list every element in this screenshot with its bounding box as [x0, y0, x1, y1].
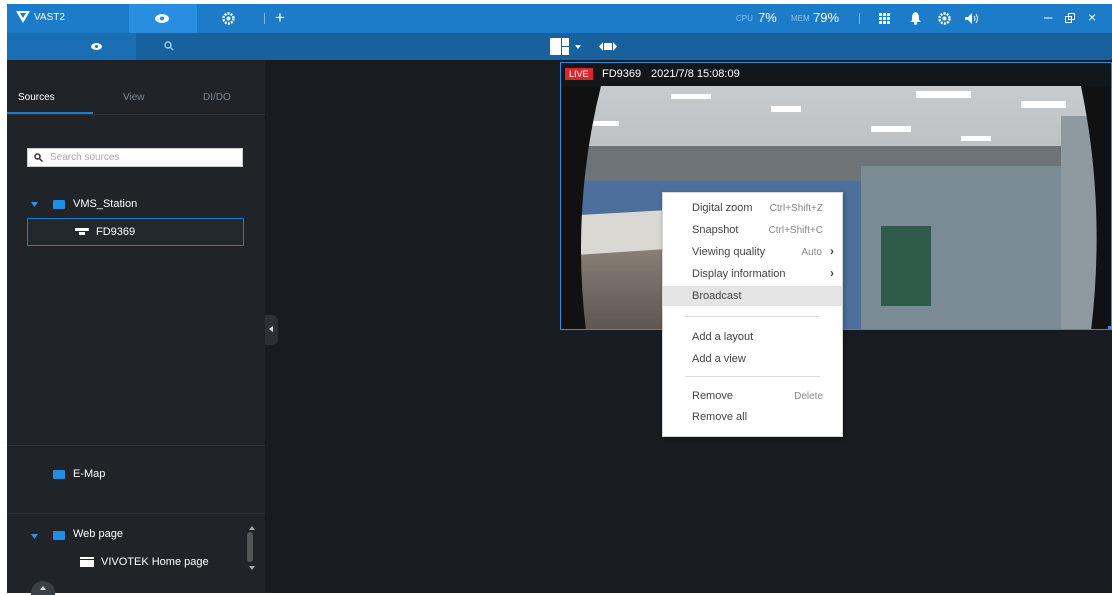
submenu-arrow-icon: ›	[830, 244, 834, 258]
homepage-label[interactable]: VIVOTEK Home page	[101, 556, 209, 568]
menu-label: Digital zoom	[692, 202, 753, 214]
scroll-up-icon[interactable]	[249, 526, 255, 530]
chevron-down-icon[interactable]	[575, 45, 581, 49]
scroll-down-icon[interactable]	[249, 566, 255, 570]
eye-icon	[91, 43, 102, 50]
menu-label: Snapshot	[692, 224, 739, 236]
vivotek-logo-icon	[16, 11, 30, 23]
video-header: LIVE FD9369 2021/7/8 15:08:09	[561, 63, 1111, 86]
search-placeholder: Search sources	[50, 152, 120, 163]
menu-label: Viewing quality	[692, 246, 766, 258]
app-title: VAST2	[34, 12, 65, 23]
menu-separator	[685, 376, 820, 377]
divider	[7, 114, 265, 115]
cpu-value: 7%	[758, 10, 777, 25]
menu-item-snapshot[interactable]: Snapshot Ctrl+Shift+C	[663, 220, 842, 239]
station-label[interactable]: VMS_Station	[73, 198, 137, 210]
mem-label: MEM	[791, 14, 810, 23]
mem-value: 79%	[813, 10, 840, 25]
menu-label: Remove	[692, 390, 733, 402]
menu-item-digital-zoom[interactable]: Digital zoom Ctrl+Shift+Z	[663, 198, 842, 217]
settings-gear-tab-icon[interactable]	[222, 12, 235, 25]
emap-label[interactable]: E-Map	[73, 468, 105, 480]
cpu-label: CPU	[736, 14, 753, 23]
divider	[264, 13, 265, 24]
tree-item-camera[interactable]: FD9369	[27, 218, 244, 246]
title-bar: VAST2 + CPU 7% MEM 79% – ×	[7, 4, 1112, 33]
add-tab-icon[interactable]: +	[275, 8, 285, 28]
grid-apps-icon[interactable]	[879, 13, 890, 24]
menu-label: Remove all	[692, 411, 748, 423]
folder-icon	[53, 531, 65, 540]
tab-view[interactable]: View	[123, 92, 145, 103]
panel-tab-sources[interactable]	[7, 33, 136, 60]
tab-monitor[interactable]	[129, 4, 197, 33]
menu-item-remove-all[interactable]: Remove all	[663, 407, 842, 426]
menu-label: Add a view	[692, 353, 746, 365]
main-view: LIVE FD9369 2021/7/8 15:08:09 Digital zo…	[265, 60, 1112, 593]
close-icon[interactable]: ×	[1088, 9, 1096, 25]
browser-icon	[80, 557, 94, 567]
layout-grid-icon[interactable]	[550, 38, 569, 55]
scrollbar-thumb[interactable]	[247, 532, 253, 562]
video-timestamp: 2021/7/8 15:08:09	[651, 68, 740, 80]
divider	[859, 13, 860, 24]
collapse-sidebar-handle[interactable]	[265, 315, 278, 345]
menu-item-display-information[interactable]: Display information ›	[663, 264, 842, 283]
menu-label: Broadcast	[692, 290, 742, 302]
shortcut-label: Ctrl+Shift+Z	[769, 203, 823, 214]
camera-icon	[75, 228, 89, 235]
menu-item-add-layout[interactable]: Add a layout	[663, 327, 842, 346]
divider	[7, 445, 265, 446]
resize-handle[interactable]	[1108, 326, 1112, 330]
chevron-up-icon	[40, 586, 46, 590]
menu-item-viewing-quality[interactable]: Viewing quality Auto ›	[663, 242, 842, 261]
search-input[interactable]: Search sources	[27, 148, 243, 167]
menu-label: Display information	[692, 268, 786, 280]
expand-caret-icon[interactable]	[31, 202, 38, 207]
camera-label: FD9369	[96, 226, 136, 238]
folder-icon	[53, 200, 65, 209]
menu-label: Add a layout	[692, 331, 754, 343]
search-icon	[34, 153, 43, 162]
quality-value: Auto	[801, 247, 822, 258]
restore-icon[interactable]	[1065, 13, 1076, 24]
menu-separator	[685, 316, 820, 317]
speaker-icon[interactable]	[965, 13, 980, 24]
minimize-icon[interactable]: –	[1044, 9, 1052, 26]
submenu-arrow-icon: ›	[830, 266, 834, 280]
menu-item-remove[interactable]: Remove Delete	[663, 386, 842, 405]
search-tab-icon[interactable]	[164, 41, 174, 51]
webpage-label[interactable]: Web page	[73, 528, 123, 540]
chevron-left-icon	[269, 326, 273, 332]
sub-toolbar	[7, 33, 1112, 60]
video-camera-name: FD9369	[602, 68, 642, 80]
menu-item-broadcast[interactable]: Broadcast	[663, 286, 842, 306]
menu-item-add-view[interactable]: Add a view	[663, 349, 842, 368]
expand-caret-icon[interactable]	[31, 534, 38, 539]
divider	[7, 513, 265, 514]
context-menu: Digital zoom Ctrl+Shift+Z Snapshot Ctrl+…	[662, 192, 843, 437]
gear-icon[interactable]	[938, 12, 951, 25]
tab-sources[interactable]: Sources	[18, 92, 55, 103]
folder-icon	[53, 470, 65, 479]
bell-icon[interactable]	[910, 12, 921, 25]
shortcut-label: Ctrl+Shift+C	[768, 225, 823, 236]
eye-icon	[155, 14, 169, 23]
tab-dido[interactable]: DI/DO	[203, 92, 231, 103]
shortcut-label: Delete	[794, 391, 823, 402]
live-badge: LIVE	[565, 68, 593, 80]
fullscreen-icon[interactable]	[599, 42, 617, 51]
sources-panel: Sources View DI/DO Search sources VMS_St…	[7, 60, 265, 595]
